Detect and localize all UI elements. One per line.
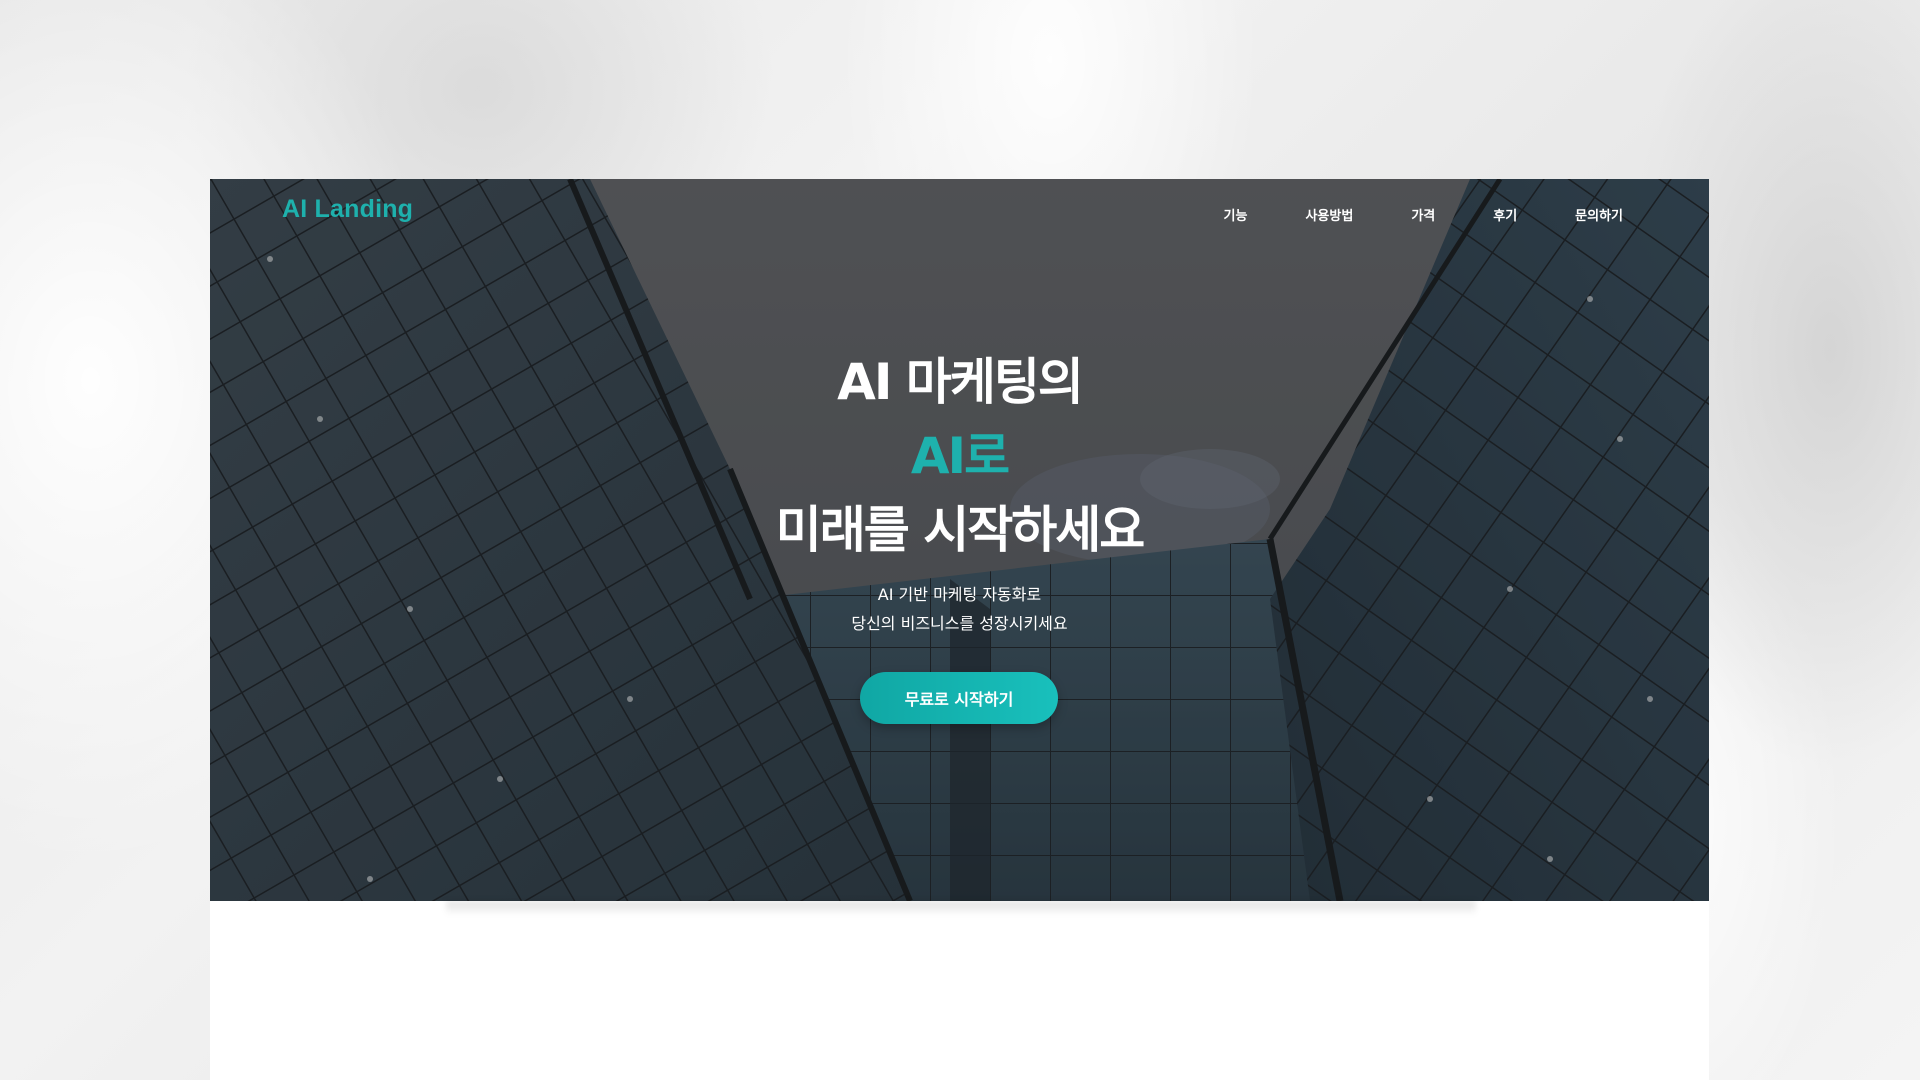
nav-link-features[interactable]: 기능	[1224, 205, 1248, 224]
section-shadow	[446, 901, 1476, 915]
nav-link-contact[interactable]: 문의하기	[1575, 205, 1623, 224]
nav-link-reviews[interactable]: 후기	[1493, 205, 1517, 224]
hero-headline-line2: AI로	[910, 427, 1010, 485]
start-free-button[interactable]: 무료로 시작하기	[860, 672, 1058, 724]
nav-link-how-to-use[interactable]: 사용방법	[1305, 205, 1353, 224]
hero-headline-line3: 미래를 시작하세요	[775, 501, 1145, 559]
hero-subtext-line2: 당신의 비즈니스를 성장시키세요	[851, 614, 1068, 633]
top-navigation: AI Landing 기능 사용방법 가격 후기 문의하기	[210, 179, 1709, 249]
nav-links: 기능 사용방법 가격 후기 문의하기	[1224, 205, 1623, 224]
landing-page-frame: AI Landing 기능 사용방법 가격 후기 문의하기 AI 마케팅의 AI…	[210, 179, 1709, 1080]
site-logo[interactable]: AI Landing	[282, 195, 413, 224]
nav-link-pricing[interactable]: 가격	[1411, 205, 1435, 224]
hero-subtext-line1: AI 기반 마케팅 자동화로	[877, 585, 1042, 604]
hero-headline-line1: AI 마케팅의	[837, 353, 1084, 411]
hero-content: AI 마케팅의 AI로 미래를 시작하세요 AI 기반 마케팅 자동화로 당신의…	[210, 179, 1709, 901]
